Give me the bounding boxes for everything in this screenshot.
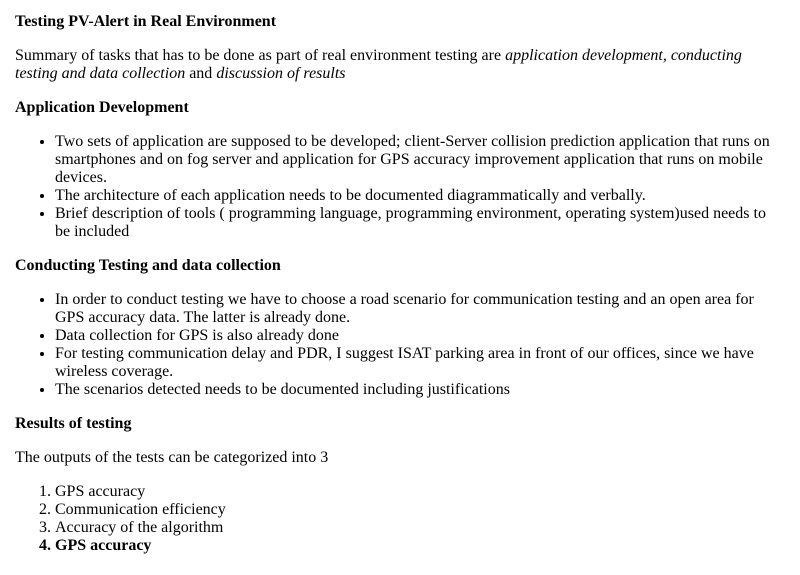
document-body: Testing PV-Alert in Real Environment Sum…	[0, 0, 800, 555]
document-title: Testing PV-Alert in Real Environment	[15, 13, 277, 30]
list-item: The scenarios detected needs to be docum…	[55, 381, 785, 399]
app-dev-list: Two sets of application are supposed to …	[15, 133, 785, 241]
list-item: Communication efficiency	[55, 501, 785, 519]
list-item: Two sets of application are supposed to …	[55, 133, 785, 187]
list-item: The architecture of each application nee…	[55, 187, 785, 205]
list-item: In order to conduct testing we have to c…	[55, 291, 785, 327]
summary-text: Summary of tasks that has to be done as …	[15, 47, 506, 64]
results-intro: The outputs of the tests can be categori…	[15, 449, 329, 466]
list-item: Accuracy of the algorithm	[55, 519, 785, 537]
list-item: Data collection for GPS is also already …	[55, 327, 785, 345]
results-list: GPS accuracy Communication efficiency Ac…	[15, 483, 785, 555]
list-item: For testing communication delay and PDR,…	[55, 345, 785, 381]
section-heading-app-dev: Application Development	[15, 99, 189, 116]
list-item: Brief description of tools ( programming…	[55, 205, 785, 241]
summary-paragraph: Summary of tasks that has to be done as …	[15, 47, 785, 83]
list-item: GPS accuracy	[55, 483, 785, 501]
list-item: GPS accuracy	[55, 537, 785, 555]
testing-list: In order to conduct testing we have to c…	[15, 291, 785, 399]
section-heading-results: Results of testing	[15, 415, 132, 432]
summary-conjunction: and	[185, 65, 217, 82]
section-heading-testing: Conducting Testing and data collection	[15, 257, 281, 274]
summary-emphasis-results: discussion of results	[216, 65, 346, 82]
